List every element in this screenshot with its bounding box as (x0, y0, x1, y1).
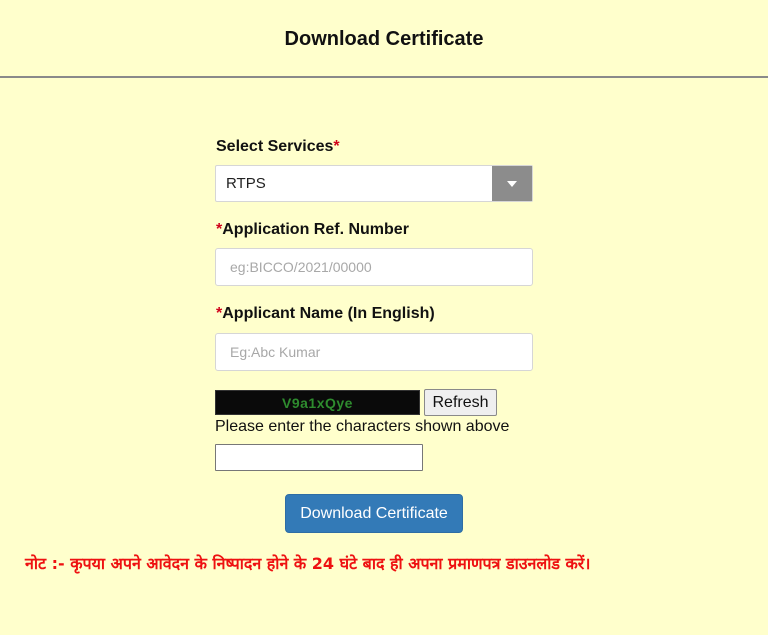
applicant-name-label: *Applicant Name (In English) (216, 305, 435, 323)
page-header: Download Certificate (0, 0, 768, 78)
refresh-captcha-button[interactable]: Refresh (424, 389, 497, 416)
note-text: नोट :- कृपया अपने आवेदन के निष्पादन होने… (25, 554, 591, 573)
captcha-code: V9a1xQye (282, 395, 353, 411)
captcha-hint: Please enter the characters shown above (215, 418, 510, 435)
page-title: Download Certificate (284, 28, 484, 50)
select-services-label: Select Services* (216, 138, 340, 156)
ref-number-label-text: Application Ref. Number (222, 221, 409, 238)
select-services-value: RTPS (226, 175, 266, 192)
captcha-input[interactable] (215, 444, 423, 471)
applicant-name-input[interactable] (215, 333, 533, 371)
captcha-image: V9a1xQye (215, 390, 420, 415)
applicant-name-label-text: Applicant Name (In English) (222, 305, 435, 322)
chevron-down-icon[interactable] (492, 166, 532, 201)
download-certificate-button[interactable]: Download Certificate (285, 494, 463, 533)
select-services-dropdown[interactable]: RTPS (215, 165, 533, 202)
ref-number-label: *Application Ref. Number (216, 221, 409, 239)
page: Download Certificate Select Services* RT… (0, 0, 768, 635)
required-mark: * (333, 138, 340, 155)
select-services-label-text: Select Services (216, 138, 334, 155)
ref-number-input[interactable] (215, 248, 533, 286)
